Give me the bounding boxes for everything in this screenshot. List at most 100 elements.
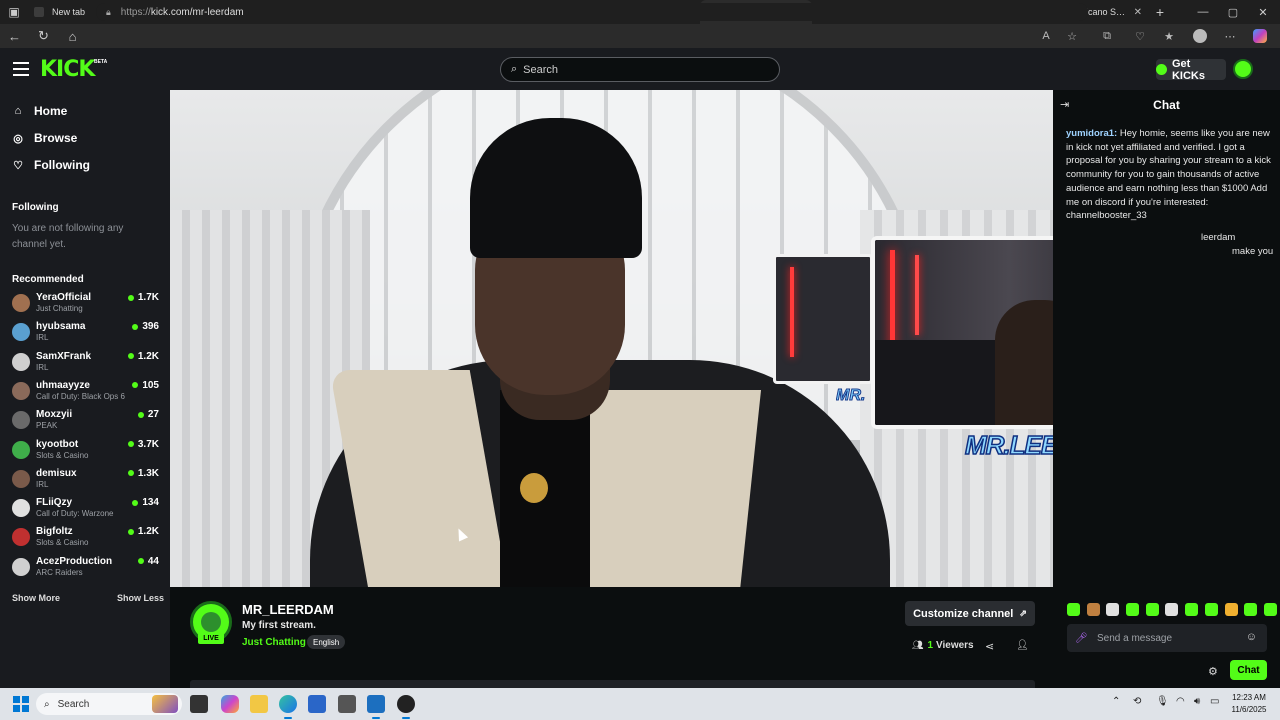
share-icon[interactable]: ⋖ (985, 640, 994, 653)
store-icon[interactable] (308, 695, 326, 713)
recommended-channel[interactable]: YeraOfficial Just Chatting 1.7K (12, 290, 160, 316)
stream-title: My first stream. (242, 620, 316, 631)
emote-icon[interactable] (1165, 603, 1179, 616)
search-input[interactable] (523, 63, 764, 76)
emote-icon[interactable] (1086, 603, 1100, 616)
app-icon[interactable] (338, 695, 356, 713)
read-aloud-icon[interactable]: A (1034, 24, 1058, 48)
copilot-app-icon[interactable] (221, 695, 239, 713)
avatar-inner (201, 612, 221, 632)
get-kicks-label: Get KICKs (1171, 57, 1205, 82)
show-less-link[interactable]: Show Less (117, 593, 164, 603)
stream-category-link[interactable]: Just Chatting (242, 637, 306, 648)
microphone-icon[interactable]: 🎤︎ (1075, 633, 1088, 644)
customize-channel-button[interactable]: Customize channel ⇗ (905, 601, 1035, 626)
search-highlight-image (152, 695, 178, 713)
profile-icon[interactable] (1188, 24, 1212, 48)
viewer-count: 134 (132, 497, 159, 508)
microphone-tray-icon[interactable]: 🎙︎ (1156, 696, 1169, 707)
recommended-channel[interactable]: Bigfoltz Slots & Casino 1.2K (12, 524, 160, 550)
recommended-channel[interactable]: hyubsama IRL 396 (12, 319, 160, 345)
language-tag[interactable]: English (307, 635, 346, 649)
reload-icon[interactable]: ↻ (29, 24, 58, 48)
emote-icon[interactable] (1263, 603, 1277, 616)
heart-icon: ♡ (13, 159, 23, 172)
file-explorer-icon[interactable] (250, 695, 268, 713)
chat-message-input[interactable] (1097, 632, 1237, 644)
taskbar-search[interactable]: ⌕ Search (36, 693, 182, 715)
edge-browser-icon[interactable] (279, 695, 297, 719)
get-kicks-button[interactable]: Get KICKs (1156, 57, 1226, 82)
close-tab-icon[interactable]: ✕ (1134, 7, 1142, 18)
recommended-channel[interactable]: uhmaayyze Call of Duty: Black Ops 6 105 (12, 378, 160, 404)
battery-icon[interactable]: ▭ (1210, 696, 1219, 707)
tab-actions-icon[interactable]: ▣ (0, 0, 28, 24)
recommended-channel[interactable]: AcezProduction ARC Raiders 44 (12, 554, 160, 580)
search-box[interactable]: ⌕ (500, 57, 780, 82)
obs-icon[interactable] (397, 695, 415, 719)
extensions-icon[interactable]: ⧉ (1095, 24, 1119, 48)
wifi-icon[interactable]: ◠ (1176, 696, 1185, 707)
browser-essentials-icon[interactable]: ♡ (1128, 24, 1152, 48)
video-jacket-panel-right (568, 390, 762, 587)
chat-settings-gear-icon[interactable]: ⚙ (1208, 665, 1218, 678)
channel-name[interactable]: MR_LEERDAM (242, 602, 334, 617)
channel-category: Call of Duty: Black Ops 6 (36, 391, 125, 401)
viewer-count: 44 (137, 556, 159, 567)
collapse-chat-icon[interactable]: ⇥ (1060, 98, 1069, 111)
chat-username[interactable]: yumidora1: (1066, 128, 1117, 139)
recommended-channel[interactable]: demisux IRL 1.3K (12, 466, 160, 492)
kick-logo[interactable]: KICK (40, 57, 95, 82)
webcam-overlay-small (773, 254, 873, 384)
menu-hamburger-icon[interactable] (13, 62, 29, 76)
windows-start-icon[interactable] (13, 696, 29, 712)
home-browser-icon[interactable]: ⌂ (58, 24, 87, 48)
chat-send-button[interactable]: Chat (1230, 660, 1267, 680)
emote-icon[interactable] (1145, 603, 1159, 616)
channel-category: PEAK (36, 421, 58, 431)
back-icon[interactable]: ← (0, 24, 29, 48)
taskbar-search-label: Search (57, 698, 90, 710)
emoji-icon[interactable]: ☺ (1246, 631, 1257, 643)
sidebar-item-browse[interactable]: ◎ Browse (12, 128, 77, 148)
new-tab-button[interactable]: + (1148, 4, 1172, 20)
volume-icon[interactable]: 🔊︎ (1194, 696, 1200, 707)
about-section-edge (190, 680, 1035, 688)
url-field[interactable]: 🔒︎ https://kick.com/mr-leerdam (96, 3, 1088, 21)
sidebar-item-following[interactable]: ♡ Following (12, 155, 90, 175)
close-window-icon[interactable]: ✕ (1248, 0, 1278, 24)
emote-icon[interactable] (1224, 603, 1238, 616)
tray-chevron-icon[interactable]: ⌃ (1112, 696, 1120, 707)
system-clock[interactable]: 12:23 AM 11/6/2025 (1228, 692, 1270, 716)
app-icon[interactable] (367, 695, 385, 719)
recommended-channel[interactable]: Moxzyii PEAK 27 (12, 407, 160, 433)
recommended-channel[interactable]: FLiiQzy Call of Duty: Warzone 134 (12, 495, 160, 521)
more-menu-icon[interactable]: ⋯ (1218, 24, 1242, 48)
emote-icon[interactable] (1204, 603, 1218, 616)
copilot-icon[interactable] (1248, 24, 1272, 48)
recommended-channel[interactable]: SamXFrank IRL 1.2K (12, 349, 160, 375)
channel-name: demisux (36, 467, 77, 479)
emote-icon[interactable] (1106, 603, 1120, 616)
emote-icon[interactable] (1185, 603, 1199, 616)
minimize-icon[interactable]: — (1188, 0, 1218, 24)
user-avatar[interactable] (1233, 59, 1253, 79)
favorite-star-icon[interactable]: ☆ (1060, 24, 1084, 48)
show-more-link[interactable]: Show More (12, 593, 60, 603)
sync-icon[interactable]: ⟲ (1133, 696, 1141, 707)
favorites-icon[interactable]: ★ (1157, 24, 1181, 48)
emote-icon[interactable] (1244, 603, 1258, 616)
recommended-channel[interactable]: kyootbot Slots & Casino 3.7K (12, 437, 160, 463)
emote-icon[interactable] (1067, 603, 1080, 616)
add-user-icon[interactable]: 👤︎ (1016, 640, 1029, 651)
channel-avatar (12, 528, 30, 547)
task-view-icon[interactable] (190, 695, 208, 713)
chat-input-box[interactable]: 🎤︎ ☺ (1067, 624, 1267, 652)
emote-icon[interactable] (1126, 603, 1140, 616)
channel-avatar (12, 294, 30, 312)
sidebar-item-home[interactable]: ⌂ Home (12, 101, 68, 121)
maximize-icon[interactable]: ▢ (1218, 0, 1248, 24)
kicks-coin-icon (1156, 64, 1167, 75)
live-dot-icon (127, 294, 134, 301)
clock-date: 11/6/2025 (1231, 705, 1267, 714)
